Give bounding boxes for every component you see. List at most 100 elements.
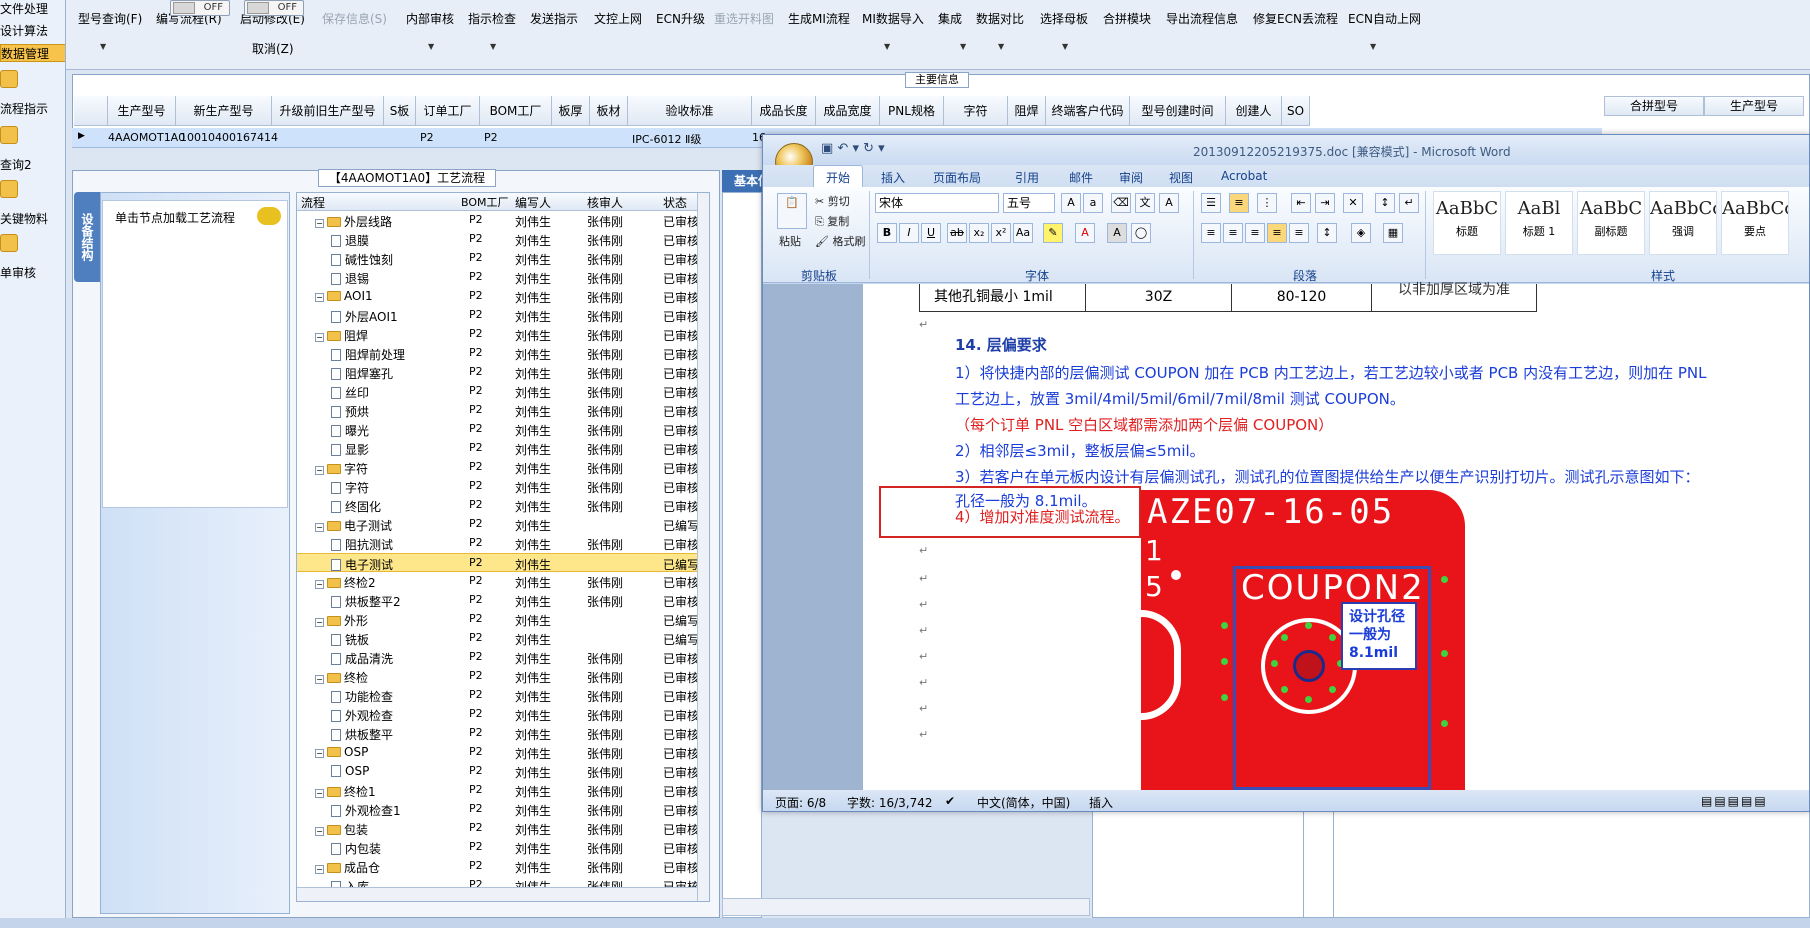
tree-node[interactable]: 电子测试 [331, 556, 393, 573]
tree-node[interactable]: 阻焊前处理 [331, 346, 405, 363]
toolbar-button[interactable]: 集成 [938, 10, 962, 27]
tree-row[interactable]: 字符 P2 刘伟生 张伟刚 已审核 [297, 477, 699, 496]
strikethrough-icon[interactable]: ab [947, 223, 967, 243]
toolbar-button[interactable]: 重选开料图 [714, 10, 774, 27]
tree-row[interactable]: 退锡 P2 刘伟生 张伟刚 已审核 [297, 268, 699, 287]
collapse-icon[interactable]: − [315, 749, 324, 758]
shading-icon[interactable]: ◈ [1351, 223, 1371, 243]
align-center-icon[interactable]: ≡ [1223, 223, 1243, 243]
char-border-icon[interactable]: A [1159, 193, 1179, 213]
toolbar-button[interactable]: 生成MI流程 [788, 10, 850, 27]
tree-row[interactable]: 预烘 P2 刘伟生 张伟刚 已审核 [297, 401, 699, 420]
nav-item[interactable]: 设计算法 [0, 22, 65, 40]
ribbon-tab[interactable]: 审阅 [1119, 169, 1143, 186]
change-case-icon[interactable]: Aa [1013, 223, 1033, 243]
dropdown-arrow-icon[interactable]: ▼ [960, 42, 966, 51]
toolbar-button[interactable]: ECN升级 [656, 10, 705, 27]
shrink-font-icon[interactable]: a [1083, 193, 1103, 213]
collapse-icon[interactable]: − [315, 523, 324, 532]
style-preset[interactable]: AaBbCcD 强调 [1649, 191, 1717, 255]
column-header[interactable]: 字符 [944, 96, 1008, 126]
insert-mode-indicator[interactable]: 插入 [1089, 794, 1113, 811]
dropdown-arrow-icon[interactable]: ▼ [428, 42, 434, 51]
header-bom[interactable]: BOM工厂 [461, 194, 509, 210]
font-size-box[interactable]: 五号 [1003, 193, 1055, 213]
tree-node[interactable]: − AOI1 [315, 289, 373, 303]
collapse-icon[interactable]: − [315, 865, 324, 874]
tree-row[interactable]: 终固化 P2 刘伟生 张伟刚 已审核 [297, 496, 699, 515]
header-reviewer[interactable]: 核审人 [587, 194, 623, 211]
tree-node[interactable]: 退膜 [331, 232, 369, 249]
tree-row[interactable]: OSP P2 刘伟生 张伟刚 已审核 [297, 762, 699, 781]
column-header[interactable]: 型号创建时间 [1130, 96, 1226, 126]
dropdown-arrow-icon[interactable]: ▼ [998, 42, 1004, 51]
cut-button[interactable]: ✂ 剪切 [815, 193, 850, 209]
collapse-icon[interactable]: − [315, 675, 324, 684]
header-status[interactable]: 状态 [663, 194, 687, 211]
font-color-icon[interactable]: A [1075, 223, 1095, 243]
tree-node[interactable]: − 成品仓 [315, 859, 380, 876]
tree-node[interactable]: 丝印 [331, 384, 369, 401]
tree-node[interactable]: 退锡 [331, 270, 369, 287]
tree-row[interactable]: − 阻焊 P2 刘伟生 张伟刚 已审核 [297, 325, 699, 344]
tree-node[interactable]: − 终检 [315, 669, 368, 686]
numbering-icon[interactable]: ≡ [1229, 193, 1249, 213]
dropdown-arrow-icon[interactable]: ▼ [1062, 42, 1068, 51]
font-name-box[interactable]: 宋体 [875, 193, 999, 213]
toolbar-button[interactable]: 合拼模块 [1103, 10, 1151, 27]
column-header[interactable]: 板材 [590, 96, 628, 126]
line-spacing-icon[interactable]: ↕ [1317, 223, 1337, 243]
tree-node[interactable]: − 外形 [315, 612, 368, 629]
column-header[interactable]: 成品宽度 [816, 96, 880, 126]
tree-row[interactable]: 电子测试 P2 刘伟生 已编写 [297, 553, 699, 573]
column-header[interactable]: 成品长度 [752, 96, 816, 126]
paste-button[interactable]: 粘贴 [779, 233, 801, 249]
column-header[interactable]: 板厚 [552, 96, 590, 126]
dropdown-arrow-icon[interactable]: ▼ [884, 42, 890, 51]
tree-node[interactable]: OSP [331, 764, 369, 778]
collapse-icon[interactable]: − [315, 333, 324, 342]
nav-item[interactable]: 关键物料 [0, 210, 65, 228]
italic-icon[interactable]: I [899, 223, 919, 243]
header-author[interactable]: 编写人 [515, 194, 551, 211]
tree-node[interactable]: − 外层线路 [315, 213, 392, 230]
ribbon-tab[interactable]: Acrobat [1221, 169, 1267, 183]
word-count[interactable]: 字数: 16/3,742 [847, 794, 933, 811]
toolbar-button[interactable]: 内部审核 [406, 10, 454, 27]
char-shading-icon[interactable]: A [1107, 223, 1127, 243]
nav-item[interactable]: 查询2 [0, 156, 65, 174]
tree-row[interactable]: 烘板整平2 P2 刘伟生 张伟刚 已审核 [297, 591, 699, 610]
tree-node[interactable]: − 字符 [315, 460, 368, 477]
header-flow[interactable]: 流程 [301, 194, 325, 211]
word-titlebar[interactable]: ▣ ↶ ▾ ↻ ▾ 20130912205219375.doc [兼容模式] -… [763, 135, 1809, 165]
document-page[interactable]: 其他孔铜最小 1mil 30Z 80-120 以非加厚区域为准 ↵ 14. 层偏… [863, 283, 1809, 790]
tree-row[interactable]: 功能检查 P2 刘伟生 张伟刚 已审核 [297, 686, 699, 705]
tree-node[interactable]: 显影 [331, 441, 369, 458]
tree-row[interactable]: − 字符 P2 刘伟生 张伟刚 已审核 [297, 458, 699, 477]
tree-row[interactable]: 碱性蚀刻 P2 刘伟生 张伟刚 已审核 [297, 249, 699, 268]
tree-row[interactable]: − 终检2 P2 刘伟生 张伟刚 已审核 [297, 572, 699, 591]
style-preset[interactable]: AaBbCcI 要点 [1721, 191, 1789, 255]
tree-row[interactable]: − 外层线路 P2 刘伟生 张伟刚 已审核 [297, 211, 699, 230]
collapse-icon[interactable]: − [315, 466, 324, 475]
tree-node[interactable]: 阻抗测试 [331, 536, 393, 553]
column-header[interactable]: 终端客户代码 [1046, 96, 1130, 126]
word-window[interactable]: ▣ ↶ ▾ ↻ ▾ 20130912205219375.doc [兼容模式] -… [762, 134, 1810, 812]
start-modify-toggle[interactable]: OFF [244, 0, 304, 16]
show-marks-icon[interactable]: ↵ [1399, 193, 1419, 213]
tree-node[interactable]: 烘板整平 [331, 726, 393, 743]
toolbar-button[interactable]: 型号查询(F) [78, 10, 142, 27]
highlight-icon[interactable]: ✎ [1043, 223, 1063, 243]
collapse-icon[interactable]: − [315, 789, 324, 798]
tree-node[interactable]: 终固化 [331, 498, 381, 515]
align-right-icon[interactable]: ≡ [1245, 223, 1265, 243]
distributed-icon[interactable]: ≡ [1289, 223, 1309, 243]
chinese-layout-icon[interactable]: ✕ [1343, 193, 1363, 213]
bold-icon[interactable]: B [877, 223, 897, 243]
tree-node[interactable]: 外观检查 [331, 707, 393, 724]
merge-model-header[interactable]: 合拼型号 [1604, 96, 1704, 116]
tree-row[interactable]: 曝光 P2 刘伟生 张伟刚 已审核 [297, 420, 699, 439]
superscript-icon[interactable]: x² [991, 223, 1011, 243]
toolbar-button[interactable]: 保存信息(S) [322, 10, 387, 27]
tree-node[interactable]: 外观检查1 [331, 802, 401, 819]
